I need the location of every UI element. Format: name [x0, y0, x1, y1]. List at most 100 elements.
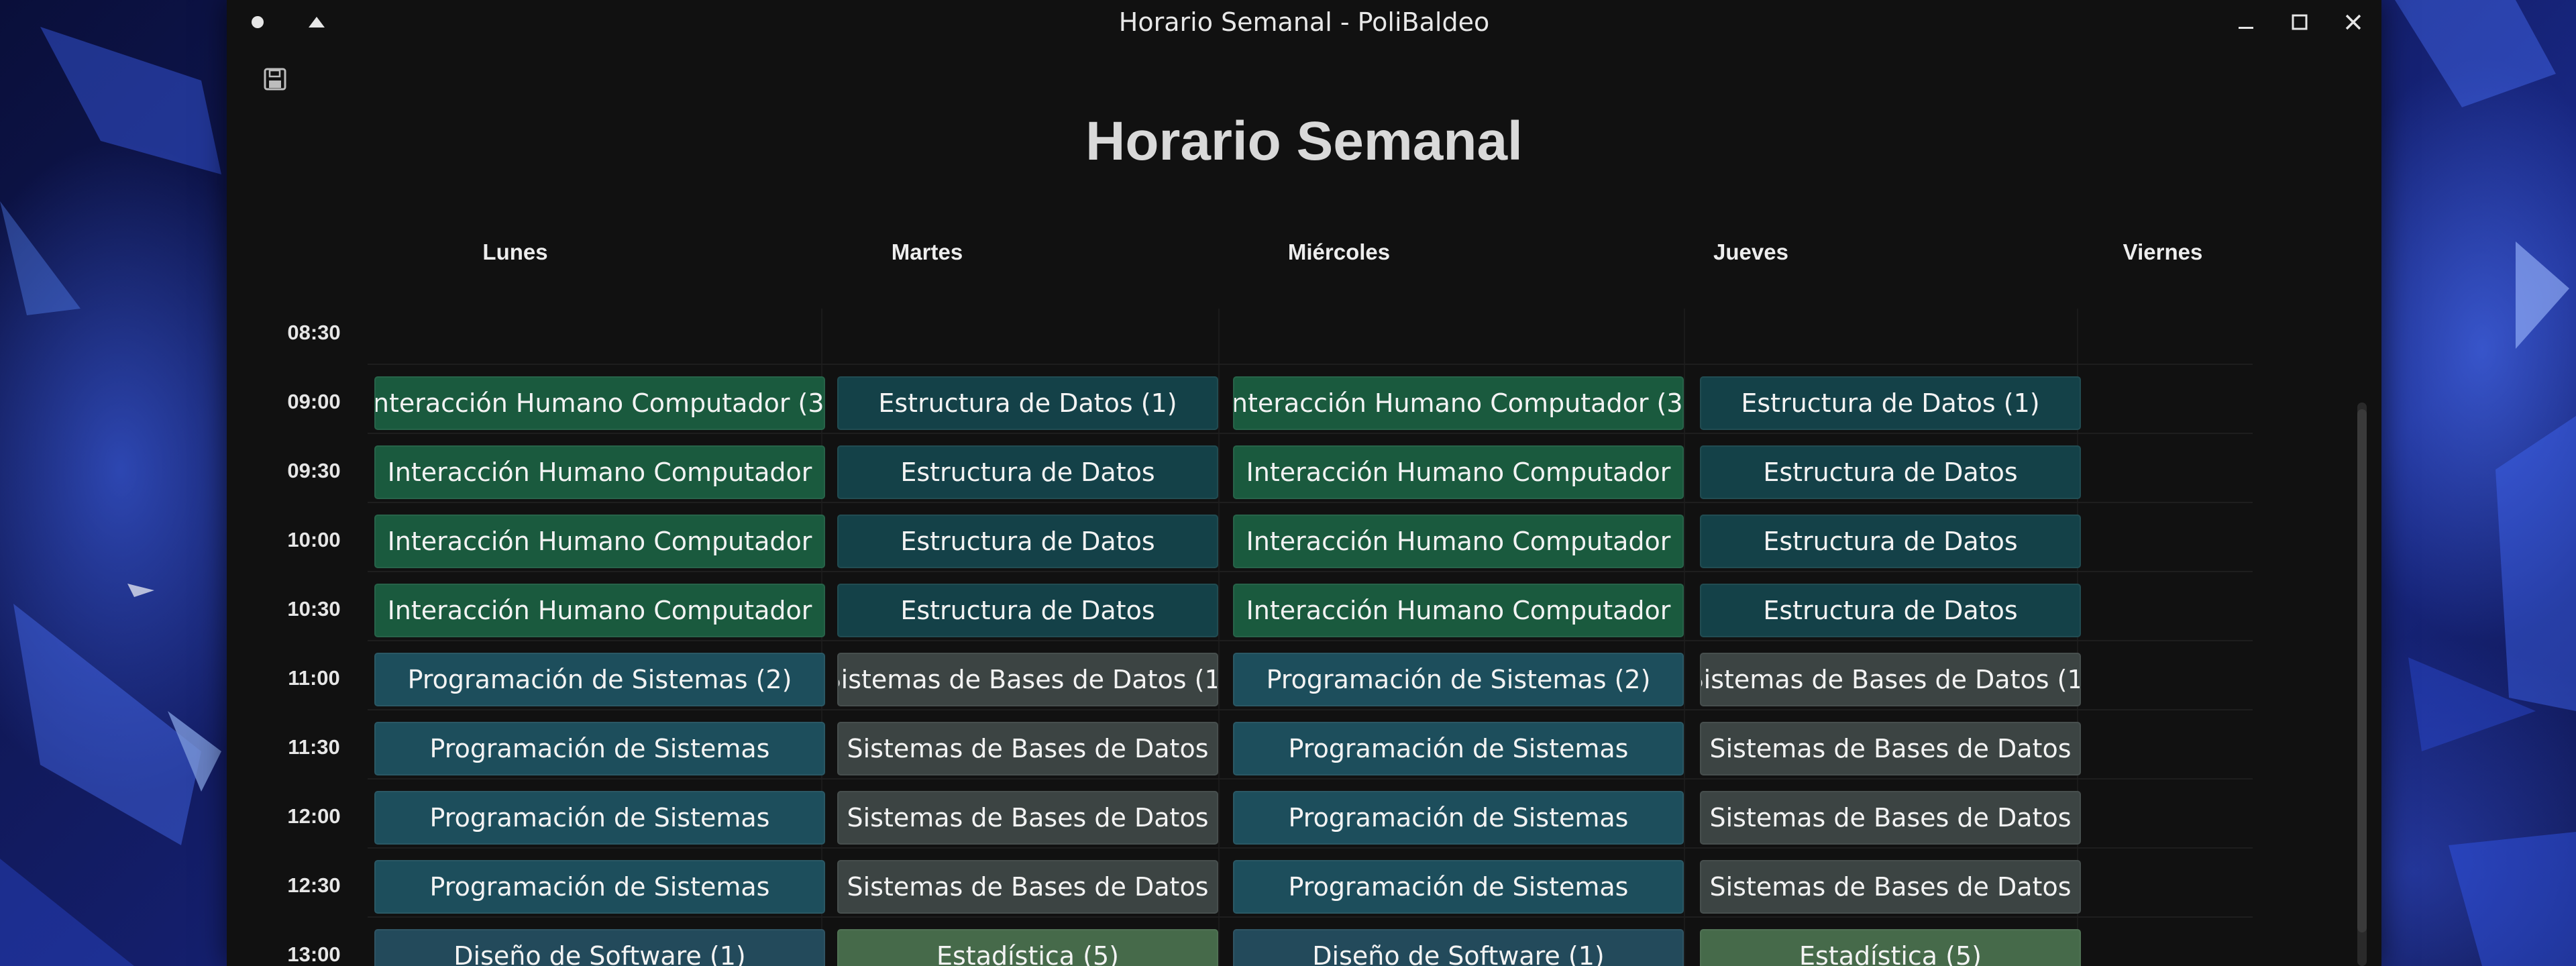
class-name: Sistemas de Bases de Datos	[1709, 872, 2072, 902]
day-header-martes: Martes	[891, 239, 963, 264]
window-menu-button[interactable]	[246, 10, 270, 34]
class-name: Programación de Sistemas	[429, 803, 770, 833]
class-cell-miercoles-1100[interactable]: Programación de Sistemas (2)	[1233, 653, 1684, 706]
scrollbar-thumb[interactable]	[2357, 409, 2367, 932]
time-label: 08:30	[287, 321, 341, 344]
class-cell-lunes-0900[interactable]: Interacción Humano Computador (3)	[374, 376, 825, 430]
class-name: Sistemas de Bases de Datos	[847, 803, 1209, 833]
close-icon	[2345, 14, 2361, 30]
day-header-miercoles: Miércoles	[1287, 239, 1391, 264]
time-label: 10:00	[287, 528, 341, 551]
column-separator	[1218, 309, 1220, 966]
class-cell-martes-0900[interactable]: Estructura de Datos (1)	[837, 376, 1218, 430]
class-cell-miercoles-1200[interactable]: Programación de Sistemas	[1233, 791, 1684, 845]
row-separator	[368, 916, 2253, 918]
class-cell-lunes-1200[interactable]: Programación de Sistemas	[374, 791, 825, 845]
class-cell-jueves-1100[interactable]: Sistemas de Bases de Datos (1)	[1700, 653, 2081, 706]
row-separator	[368, 433, 2253, 434]
class-cell-lunes-1230[interactable]: Programación de Sistemas	[374, 860, 825, 914]
class-cell-miercoles-1000[interactable]: Interacción Humano Computador	[1233, 515, 1684, 568]
class-name: Estadística (5)	[936, 941, 1119, 966]
time-label: 11:00	[288, 666, 340, 690]
class-cell-jueves-1030[interactable]: Estructura de Datos	[1700, 584, 2081, 637]
minimize-button[interactable]	[2234, 10, 2258, 34]
class-name: Programación de Sistemas	[429, 734, 770, 763]
class-cell-miercoles-1030[interactable]: Interacción Humano Computador	[1233, 584, 1684, 637]
class-name: Sistemas de Bases de Datos	[847, 872, 1209, 902]
class-name: Estructura de Datos	[900, 458, 1155, 487]
day-header-viernes: Viernes	[2123, 239, 2203, 264]
app-window: Horario Semanal - PoliBaldeo Horario Sem…	[227, 0, 2381, 966]
class-name: Sistemas de Bases de Datos	[847, 734, 1209, 763]
maximize-icon	[2292, 14, 2308, 30]
minimize-icon	[2239, 27, 2253, 29]
class-name: Interacción Humano Computador (3)	[374, 388, 825, 418]
class-name: Estructura de Datos	[900, 527, 1155, 556]
class-cell-lunes-1000[interactable]: Interacción Humano Computador	[374, 515, 825, 568]
class-name: Diseño de Software (1)	[1312, 941, 1605, 966]
class-cell-martes-0930[interactable]: Estructura de Datos	[837, 445, 1218, 499]
close-button[interactable]	[2341, 10, 2365, 34]
class-cell-jueves-1130[interactable]: Sistemas de Bases de Datos	[1700, 722, 2081, 775]
class-name: Estructura de Datos	[1763, 596, 2018, 625]
class-cell-miercoles-1300[interactable]: Diseño de Software (1)	[1233, 929, 1684, 966]
class-cell-jueves-1000[interactable]: Estructura de Datos	[1700, 515, 2081, 568]
class-name: Estructura de Datos (1)	[878, 388, 1177, 418]
class-name: Programación de Sistemas (2)	[407, 665, 792, 694]
title-bar-right-controls	[2234, 0, 2365, 44]
class-name: Programación de Sistemas	[1288, 803, 1629, 833]
class-cell-miercoles-0900[interactable]: Interacción Humano Computador (3)	[1233, 376, 1684, 430]
class-name: Interacción Humano Computador	[1246, 458, 1671, 487]
save-icon	[264, 68, 286, 91]
toolbar	[260, 64, 290, 94]
class-name: Programación de Sistemas (2)	[1266, 665, 1651, 694]
class-name: Estructura de Datos (1)	[1741, 388, 2040, 418]
column-separator	[1684, 309, 1685, 966]
class-name: Interacción Humano Computador	[1246, 596, 1671, 625]
class-name: Estructura de Datos	[1763, 527, 2018, 556]
title-bar: Horario Semanal - PoliBaldeo	[227, 0, 2381, 44]
class-cell-martes-1030[interactable]: Estructura de Datos	[837, 584, 1218, 637]
class-cell-martes-1230[interactable]: Sistemas de Bases de Datos	[837, 860, 1218, 914]
class-name: Sistemas de Bases de Datos (1)	[1700, 665, 2081, 694]
class-cell-martes-1000[interactable]: Estructura de Datos	[837, 515, 1218, 568]
class-cell-lunes-1300[interactable]: Diseño de Software (1)	[374, 929, 825, 966]
class-cell-jueves-1300[interactable]: Estadística (5)	[1700, 929, 2081, 966]
class-cell-lunes-1100[interactable]: Programación de Sistemas (2)	[374, 653, 825, 706]
class-cell-jueves-1200[interactable]: Sistemas de Bases de Datos	[1700, 791, 2081, 845]
class-cell-martes-1100[interactable]: Sistemas de Bases de Datos (1)	[837, 653, 1218, 706]
time-label: 11:30	[288, 735, 340, 759]
class-cell-martes-1130[interactable]: Sistemas de Bases de Datos	[837, 722, 1218, 775]
class-name: Diseño de Software (1)	[453, 941, 746, 966]
class-name: Estructura de Datos	[1763, 458, 2018, 487]
class-cell-miercoles-0930[interactable]: Interacción Humano Computador	[1233, 445, 1684, 499]
title-bar-left-controls	[246, 0, 329, 44]
wallpaper-decoration-right	[2395, 0, 2576, 966]
row-separator	[368, 709, 2253, 710]
save-button[interactable]	[260, 64, 290, 94]
class-cell-jueves-1230[interactable]: Sistemas de Bases de Datos	[1700, 860, 2081, 914]
class-name: Programación de Sistemas	[429, 872, 770, 902]
class-cell-martes-1300[interactable]: Estadística (5)	[837, 929, 1218, 966]
time-label: 12:00	[287, 804, 341, 828]
class-cell-lunes-1030[interactable]: Interacción Humano Computador	[374, 584, 825, 637]
triangle-up-icon	[309, 17, 325, 28]
row-separator	[368, 364, 2253, 365]
class-cell-lunes-0930[interactable]: Interacción Humano Computador	[374, 445, 825, 499]
class-cell-martes-1200[interactable]: Sistemas de Bases de Datos	[837, 791, 1218, 845]
class-cell-miercoles-1230[interactable]: Programación de Sistemas	[1233, 860, 1684, 914]
class-cell-miercoles-1130[interactable]: Programación de Sistemas	[1233, 722, 1684, 775]
day-header-lunes: Lunes	[482, 239, 548, 264]
class-cell-jueves-0930[interactable]: Estructura de Datos	[1700, 445, 2081, 499]
maximize-button[interactable]	[2288, 10, 2312, 34]
time-label: 12:30	[287, 873, 341, 897]
class-name: Sistemas de Bases de Datos	[1709, 734, 2072, 763]
time-label: 13:00	[287, 943, 341, 966]
class-cell-lunes-1130[interactable]: Programación de Sistemas	[374, 722, 825, 775]
dot-icon	[252, 16, 264, 28]
class-cell-jueves-0900[interactable]: Estructura de Datos (1)	[1700, 376, 2081, 430]
wallpaper-decoration-left	[0, 27, 221, 966]
day-header-jueves: Jueves	[1713, 239, 1788, 264]
keep-above-button[interactable]	[305, 10, 329, 34]
time-label: 10:30	[287, 597, 341, 621]
